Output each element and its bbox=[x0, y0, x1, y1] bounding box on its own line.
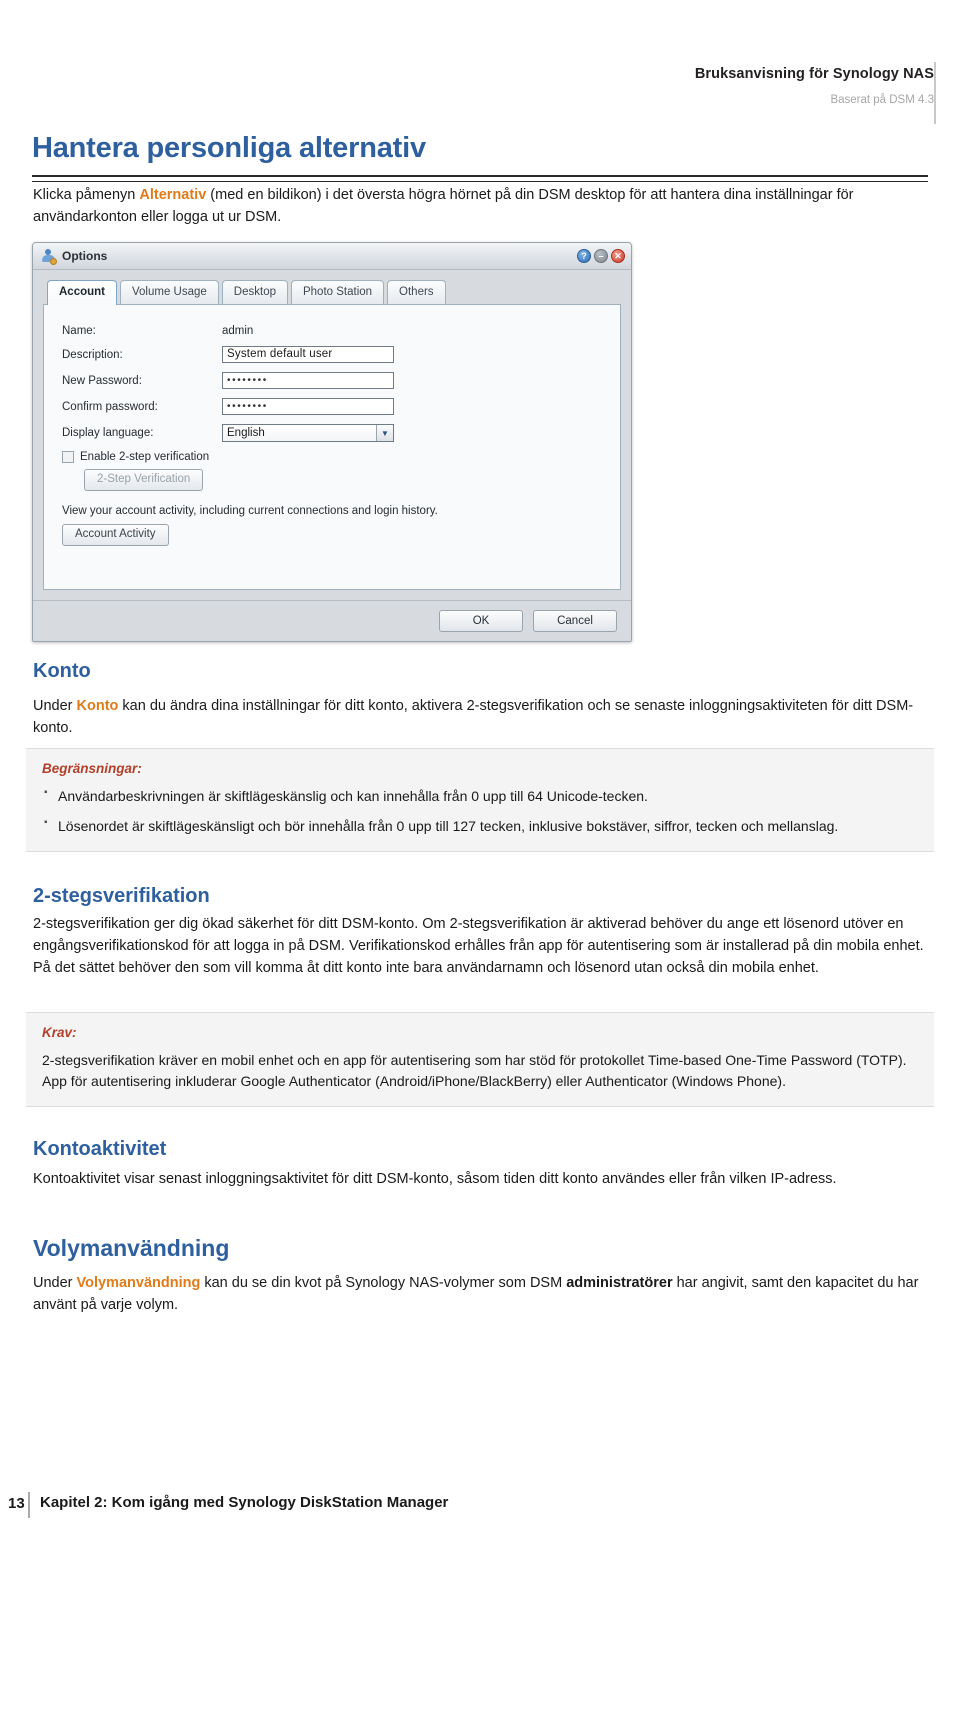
konto-link: Konto bbox=[76, 698, 119, 714]
page-title: Hantera personliga alternativ bbox=[32, 132, 426, 164]
tab-desktop[interactable]: Desktop bbox=[221, 280, 288, 305]
heading-konto: Konto bbox=[33, 660, 91, 682]
heading-volymanvandning: Volymanvändning bbox=[33, 1235, 230, 1261]
user-options-icon bbox=[41, 248, 57, 265]
running-header: Bruksanvisning för Synology NAS Baserat … bbox=[314, 66, 934, 108]
confirm-password-input[interactable]: •••••••• bbox=[222, 398, 394, 416]
tab-account[interactable]: Account bbox=[47, 280, 117, 306]
row-new-password: New Password: •••••••• bbox=[62, 372, 606, 390]
note-box-krav: Krav: 2-stegsverifikation kräver en mobi… bbox=[26, 1012, 934, 1107]
document-page: Bruksanvisning för Synology NAS Baserat … bbox=[0, 0, 960, 1718]
based-on-version: Baserat på DSM 4.3 bbox=[830, 94, 934, 107]
account-tab-panel: Name: admin Description: System default … bbox=[43, 304, 621, 590]
paragraph-volymanvandning: Under Volymanvändning kan du se din kvot… bbox=[33, 1272, 928, 1316]
heading-2-stegsverifikation: 2-stegsverifikation bbox=[33, 885, 210, 907]
note-title-krav: Krav: bbox=[42, 1025, 77, 1040]
row-confirm-password: Confirm password: •••••••• bbox=[62, 398, 606, 416]
note-box-begransningar: Begränsningar: Användarbeskrivningen är … bbox=[26, 748, 934, 852]
account-activity-button[interactable]: Account Activity bbox=[62, 524, 169, 546]
row-display-language: Display language: English ▼ bbox=[62, 424, 606, 443]
dialog-titlebar: Options ? – ✕ bbox=[33, 243, 631, 270]
dialog-body: Account Volume Usage Desktop Photo Stati… bbox=[33, 270, 631, 590]
chevron-down-icon[interactable]: ▼ bbox=[376, 425, 393, 442]
new-password-input[interactable]: •••••••• bbox=[222, 372, 394, 390]
volym-text-before: Under bbox=[33, 1275, 77, 1291]
intro-link-alternativ: Alternativ bbox=[139, 187, 207, 203]
options-dialog: Options ? – ✕ Account Volume Usage Deskt… bbox=[32, 242, 632, 642]
note-list-begransningar: Användarbeskrivningen är skiftlägeskänsl… bbox=[42, 785, 918, 837]
row-description: Description: System default user bbox=[62, 346, 606, 364]
intro-text-before: Klicka påmenyn bbox=[33, 187, 140, 203]
help-icon[interactable]: ? bbox=[577, 249, 591, 263]
manual-title: Bruksanvisning för Synology NAS bbox=[694, 66, 934, 82]
display-language-label: Display language: bbox=[62, 427, 154, 440]
tab-others[interactable]: Others bbox=[387, 280, 446, 305]
volym-text-bold: administratörer bbox=[566, 1275, 673, 1291]
row-name: Name: admin bbox=[62, 325, 606, 337]
enable-2-step-checkbox[interactable] bbox=[62, 451, 74, 464]
new-password-label: New Password: bbox=[62, 374, 142, 387]
heading-kontoaktivitet: Kontoaktivitet bbox=[33, 1138, 167, 1160]
intro-paragraph: Klicka påmenyn Alternativ (med en bildik… bbox=[33, 184, 928, 228]
page-number: 13 bbox=[8, 1495, 25, 1512]
paragraph-2-stegsverifikation: 2-stegsverifikation ger dig ökad säkerhe… bbox=[33, 916, 924, 977]
tab-photo-station[interactable]: Photo Station bbox=[290, 280, 385, 305]
title-divider bbox=[32, 175, 928, 182]
volym-link: Volymanvändning bbox=[76, 1275, 201, 1291]
konto-text-before: Under bbox=[33, 698, 77, 714]
cancel-button[interactable]: Cancel bbox=[533, 610, 617, 632]
confirm-password-label: Confirm password: bbox=[62, 400, 158, 413]
account-activity-note: View your account activity, including cu… bbox=[62, 505, 438, 518]
tab-volume-usage[interactable]: Volume Usage bbox=[120, 280, 219, 305]
paragraph-konto: Under Konto kan du ändra dina inställnin… bbox=[33, 695, 928, 739]
tab-bar: Account Volume Usage Desktop Photo Stati… bbox=[43, 280, 621, 306]
footer-chapter-text: Kapitel 2: Kom igång med Synology DiskSt… bbox=[40, 1494, 449, 1511]
paragraph-kontoaktivitet: Kontoaktivitet visar senast inloggningsa… bbox=[33, 1171, 837, 1187]
konto-text-after: kan du ändra dina inställningar för ditt… bbox=[33, 698, 914, 737]
name-value: admin bbox=[222, 325, 254, 338]
footer-divider bbox=[28, 1492, 30, 1518]
name-label: Name: bbox=[62, 325, 96, 338]
minimize-icon[interactable]: – bbox=[594, 249, 608, 263]
header-right-rule bbox=[934, 62, 936, 124]
enable-2-step-checkbox-row[interactable]: Enable 2-step verification bbox=[62, 451, 606, 464]
description-label: Description: bbox=[62, 348, 123, 361]
list-item: Användarbeskrivningen är skiftlägeskänsl… bbox=[42, 785, 918, 807]
dialog-title: Options bbox=[62, 249, 108, 263]
note-title-begransningar: Begränsningar: bbox=[42, 761, 142, 776]
window-buttons: ? – ✕ bbox=[577, 249, 625, 263]
dialog-footer: OK Cancel bbox=[33, 600, 631, 641]
note-paragraph-krav: 2-stegsverifikation kräver en mobil enhe… bbox=[42, 1052, 907, 1089]
enable-2-step-label: Enable 2-step verification bbox=[80, 451, 210, 464]
list-item: Lösenordet är skiftlägeskänsligt och bör… bbox=[42, 815, 918, 837]
page-footer: 13 Kapitel 2: Kom igång med Synology Dis… bbox=[0, 1492, 960, 1522]
display-language-select[interactable]: English ▼ bbox=[222, 424, 394, 443]
options-dialog-screenshot: Options ? – ✕ Account Volume Usage Deskt… bbox=[32, 242, 632, 642]
volym-text-mid: kan du se din kvot på Synology NAS-volym… bbox=[200, 1275, 567, 1291]
display-language-value: English bbox=[227, 427, 265, 440]
description-input[interactable]: System default user bbox=[222, 346, 394, 364]
ok-button[interactable]: OK bbox=[439, 610, 523, 632]
close-icon[interactable]: ✕ bbox=[611, 249, 625, 263]
two-step-verification-button[interactable]: 2-Step Verification bbox=[84, 469, 204, 492]
